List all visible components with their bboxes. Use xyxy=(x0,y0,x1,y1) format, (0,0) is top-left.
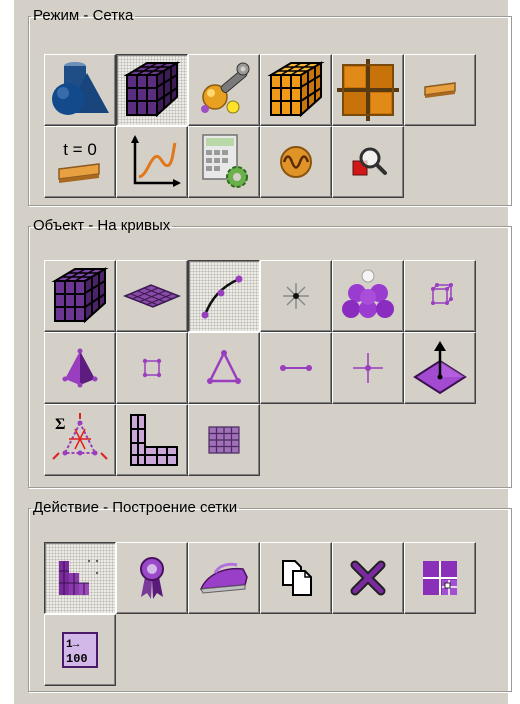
calculator-button[interactable] xyxy=(188,126,260,198)
object-constraints-button[interactable]: Σ xyxy=(44,404,116,476)
purple-cube-icon xyxy=(51,267,109,324)
object-cube-button[interactable] xyxy=(44,260,116,332)
curve-icon xyxy=(201,275,243,319)
split-blocks-icon xyxy=(423,561,457,595)
object-triangle-button[interactable] xyxy=(188,332,260,404)
numbering-top-label: 1→ xyxy=(66,639,80,651)
plane-normal-icon xyxy=(413,341,467,395)
action-smooth-button[interactable] xyxy=(188,542,260,614)
object-pyramid-button[interactable] xyxy=(44,332,116,404)
strip-icon xyxy=(424,82,456,98)
object-group-title: Объект - На кривых xyxy=(33,217,171,234)
waveform-icon xyxy=(280,146,312,178)
magnifier-icon xyxy=(352,147,387,176)
purple-mesh-cube-icon xyxy=(123,61,181,118)
cross-point-icon xyxy=(353,353,383,383)
action-delete-button[interactable] xyxy=(332,542,404,614)
object-blocks-button[interactable] xyxy=(116,404,188,476)
orange-cube-button[interactable] xyxy=(260,54,332,126)
strip-button[interactable] xyxy=(404,54,476,126)
tools-button[interactable] xyxy=(188,54,260,126)
pyramid-icon xyxy=(62,348,98,388)
square-nodes-icon xyxy=(142,358,162,378)
object-wireframe-button[interactable] xyxy=(404,260,476,332)
star-node-icon xyxy=(283,283,309,309)
parts-cluster-icon xyxy=(342,269,394,318)
mesh-mode-button[interactable] xyxy=(116,54,188,126)
object-group: Объект - На кривых Σ xyxy=(28,218,512,488)
geometry-button[interactable] xyxy=(44,54,116,126)
action-build-mesh-button[interactable] xyxy=(44,542,116,614)
stepped-mesh-icon xyxy=(59,559,99,595)
graph-button[interactable] xyxy=(116,126,188,198)
object-curve-button[interactable] xyxy=(188,260,260,332)
object-table-button[interactable] xyxy=(188,404,260,476)
award-ribbon-icon xyxy=(140,557,164,599)
geometry-shapes-icon xyxy=(52,62,109,115)
object-surface-button[interactable] xyxy=(116,260,188,332)
delete-x-icon xyxy=(350,560,386,596)
magnifier-button[interactable] xyxy=(332,126,404,198)
blocks-corner-icon xyxy=(130,414,178,466)
object-plane-button[interactable] xyxy=(404,332,476,404)
toolbar-panel: Режим - Сетка t = 0 Объект - На кривых Σ… xyxy=(14,0,512,704)
mode-group-title: Режим - Сетка xyxy=(33,7,134,24)
time-zero-button[interactable]: t = 0 xyxy=(44,126,116,198)
action-group: Действие - Построение сетки 1→ 100 xyxy=(28,500,512,692)
orange-mesh-cube-icon xyxy=(267,61,325,118)
grid-table-icon xyxy=(208,426,240,454)
object-line-button[interactable] xyxy=(260,332,332,404)
copy-pages-icon xyxy=(282,560,312,596)
object-point-button[interactable] xyxy=(332,332,404,404)
iron-smooth-icon xyxy=(199,562,248,594)
action-group-title: Действие - Построение сетки xyxy=(33,499,238,516)
action-quality-button[interactable] xyxy=(116,542,188,614)
waveform-button[interactable] xyxy=(260,126,332,198)
wireframe-cube-icon xyxy=(431,283,453,305)
grid-button[interactable] xyxy=(332,54,404,126)
object-parts-button[interactable] xyxy=(332,260,404,332)
numbering-icon: 1→ 100 xyxy=(62,632,98,668)
numbering-bottom-label: 100 xyxy=(66,652,88,666)
calculator-settings-icon xyxy=(202,134,248,188)
action-copy-button[interactable] xyxy=(260,542,332,614)
graph-curve-icon xyxy=(131,135,181,187)
action-numbering-button[interactable]: 1→ 100 xyxy=(44,614,116,686)
time-zero-label: t = 0 xyxy=(63,140,97,159)
tools-wrench-icon xyxy=(201,62,250,114)
action-split-button[interactable] xyxy=(404,542,476,614)
time-zero-icon: t = 0 xyxy=(58,140,100,183)
orange-grid-icon xyxy=(337,59,399,121)
sum-label: Σ xyxy=(55,416,65,433)
object-star-button[interactable] xyxy=(260,260,332,332)
line-segment-icon xyxy=(280,365,312,371)
object-square-button[interactable] xyxy=(116,332,188,404)
surface-mesh-icon xyxy=(123,284,181,308)
mode-group: Режим - Сетка t = 0 xyxy=(28,8,512,206)
triangle-nodes-icon xyxy=(207,350,241,384)
sum-constraints-icon: Σ xyxy=(52,413,108,460)
